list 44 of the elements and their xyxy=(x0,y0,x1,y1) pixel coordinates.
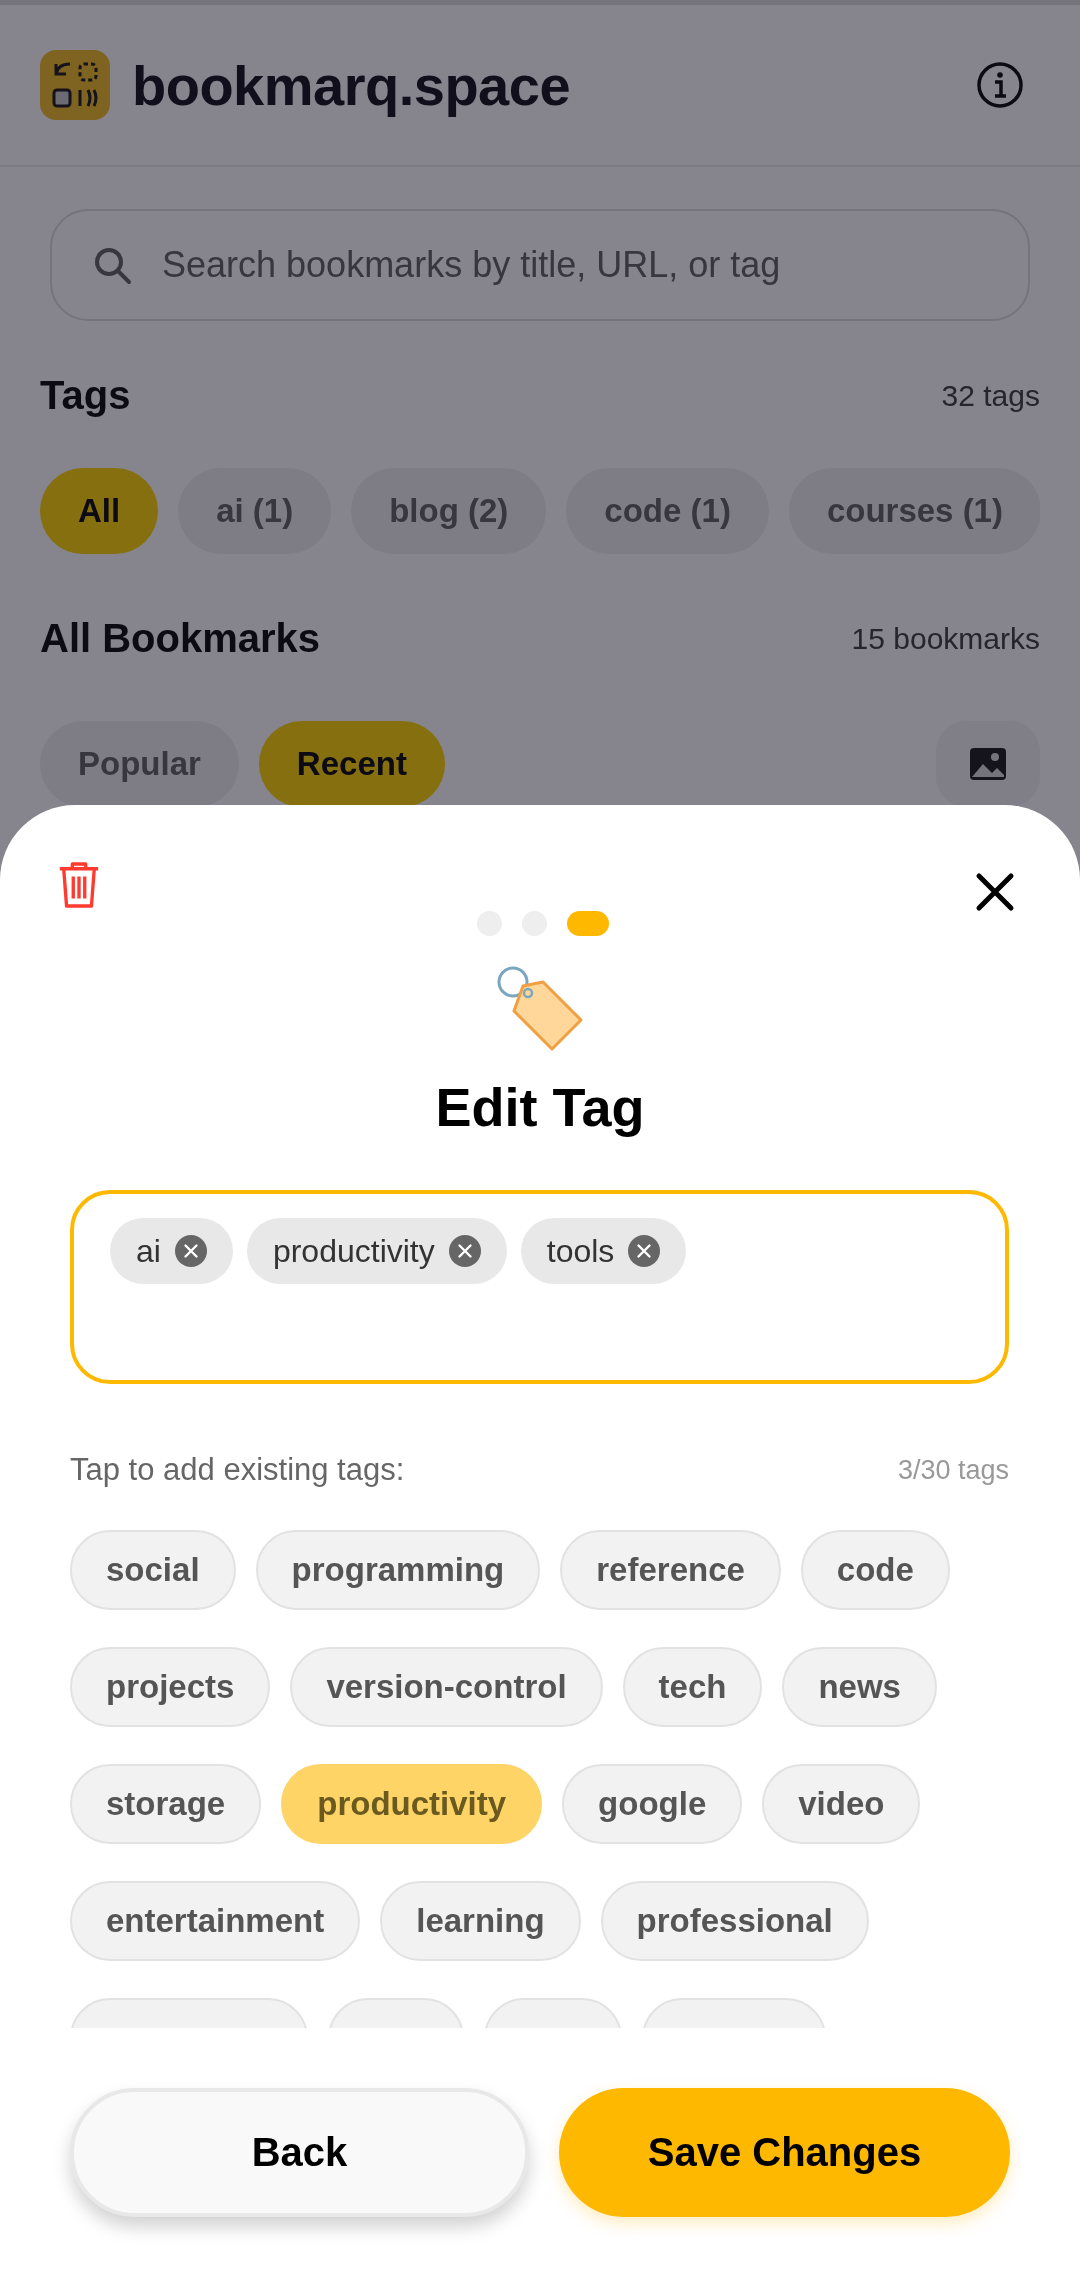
tag-input-field[interactable]: ai productivity tools xyxy=(70,1190,1009,1384)
tag-chip[interactable]: tech xyxy=(622,1647,763,1727)
tag-chip[interactable]: code xyxy=(800,1530,950,1610)
tag-count: 32 tags xyxy=(941,378,1040,413)
close-icon[interactable] xyxy=(975,872,1015,912)
sheet-title: Edit Tag xyxy=(435,1076,645,1138)
tag-chip[interactable]: video xyxy=(762,1764,921,1844)
tag-chip[interactable]: entertainment xyxy=(70,1881,361,1961)
remove-icon[interactable] xyxy=(174,1235,207,1267)
sort-tab[interactable]: Recent xyxy=(258,721,445,807)
tag-limit-count: 3/30 tags xyxy=(897,1454,1009,1486)
tag-chip[interactable]: news xyxy=(782,1647,937,1727)
suggestions-label: Tap to add existing tags: xyxy=(70,1452,405,1488)
tag-chip[interactable]: learning xyxy=(380,1881,581,1961)
search-icon xyxy=(92,245,132,285)
image-view-button[interactable] xyxy=(936,721,1040,807)
tag-label: tools xyxy=(546,1232,615,1270)
selected-tag-chip[interactable]: tools xyxy=(520,1218,687,1284)
bookmark-count: 15 bookmarks xyxy=(851,621,1040,656)
tag-chip[interactable]: storage xyxy=(70,1764,262,1844)
remove-icon[interactable] xyxy=(448,1235,481,1267)
trash-icon[interactable] xyxy=(57,860,101,910)
tag-chip[interactable]: projects xyxy=(70,1647,271,1727)
tag-chip[interactable]: google xyxy=(562,1764,743,1844)
selected-tag-chip[interactable]: ai xyxy=(110,1218,233,1284)
tag-label: productivity xyxy=(272,1232,435,1270)
app-title: bookmarq.space xyxy=(132,52,571,118)
tag-chip[interactable]: reference xyxy=(560,1530,781,1610)
tag-filter-chip[interactable]: All xyxy=(40,468,159,554)
tag-chip[interactable]: version-control xyxy=(290,1647,603,1727)
selected-tag-chip[interactable]: productivity xyxy=(246,1218,507,1284)
section-title: All Bookmarks xyxy=(40,616,321,661)
tag-chip[interactable]: productivity xyxy=(281,1764,543,1844)
remove-icon[interactable] xyxy=(628,1235,661,1267)
info-icon[interactable] xyxy=(976,61,1024,109)
tag-chip[interactable]: professional xyxy=(600,1881,869,1961)
tag-label: ai xyxy=(136,1232,161,1270)
tag-chip[interactable]: social xyxy=(70,1530,236,1610)
search-field[interactable]: Search bookmarks by title, URL, or tag xyxy=(50,209,1030,321)
app-logo-icon xyxy=(40,50,110,120)
back-button[interactable]: Back xyxy=(70,2088,529,2217)
section-title: Tags xyxy=(40,373,131,418)
tag-chip[interactable]: programming xyxy=(255,1530,541,1610)
save-button[interactable]: Save Changes xyxy=(559,2088,1010,2217)
